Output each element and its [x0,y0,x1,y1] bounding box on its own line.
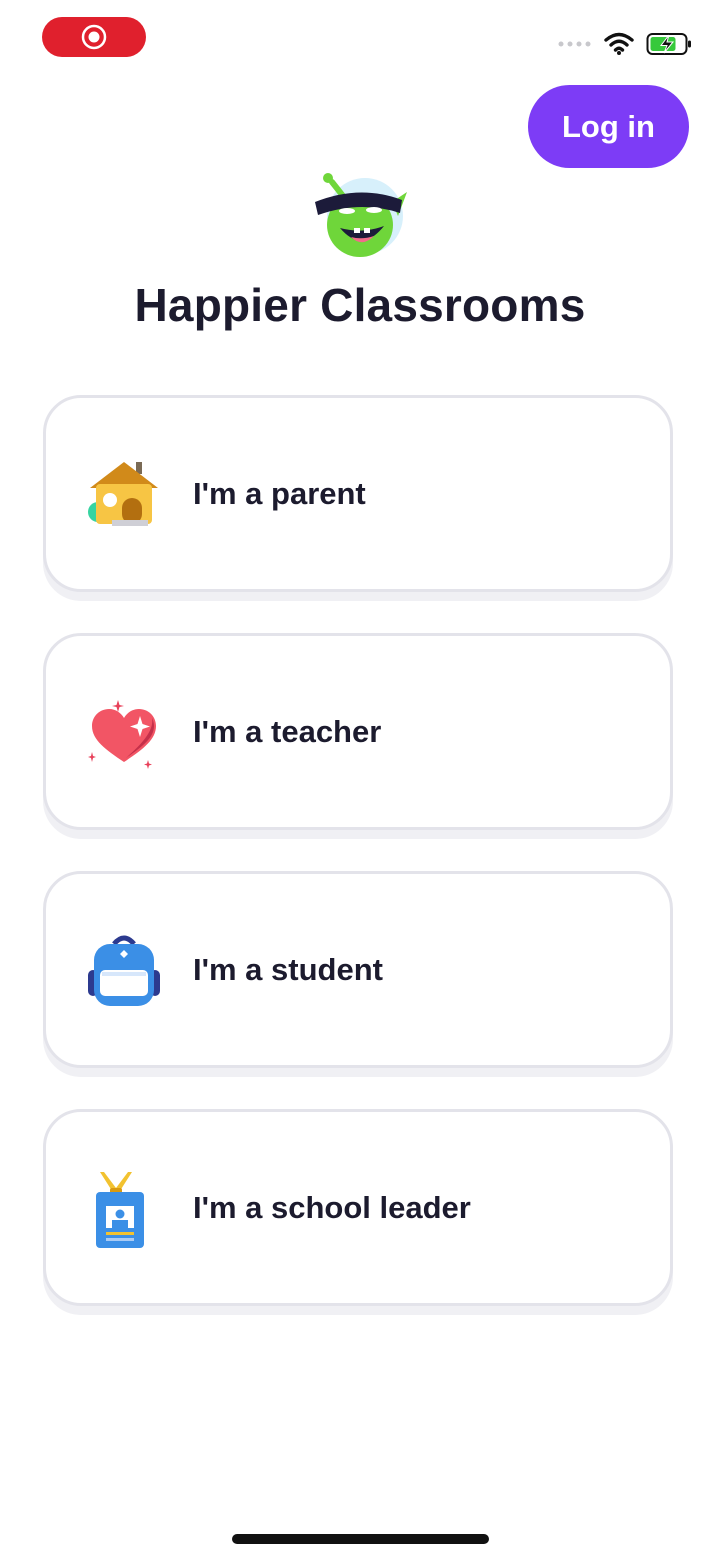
status-bar [0,0,720,80]
status-icons [558,28,694,60]
heart-icon [88,700,156,769]
battery-charging-icon [646,33,691,55]
home-indicator[interactable] [232,1534,489,1544]
role-card-student[interactable]: I'm a student [43,871,673,1068]
screen-recording-indicator[interactable] [42,17,146,57]
wifi-icon [604,32,634,55]
role-label-school-leader: I'm a school leader [193,1190,471,1225]
login-button[interactable]: Log in [528,85,689,168]
role-card-school-leader[interactable]: I'm a school leader [43,1109,673,1306]
role-card-parent[interactable]: I'm a parent [43,395,673,592]
badge-icon [96,1172,144,1248]
house-icon [88,462,158,526]
page-title: Happier Classrooms [134,279,586,331]
cellular-signal-icon [558,41,591,47]
backpack-icon [88,935,160,1006]
role-label-parent: I'm a parent [193,476,366,511]
role-label-student: I'm a student [193,952,383,987]
role-label-teacher: I'm a teacher [193,714,382,749]
record-icon [81,24,107,50]
mascot-logo-icon [315,173,407,257]
role-card-teacher[interactable]: I'm a teacher [43,633,673,830]
